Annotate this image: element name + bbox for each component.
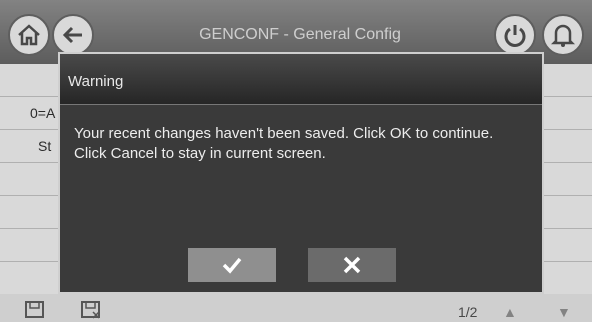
dialog-title: Warning <box>68 73 124 90</box>
ok-button[interactable] <box>188 248 276 282</box>
close-icon <box>343 256 361 274</box>
check-icon <box>222 257 242 274</box>
cancel-button[interactable] <box>308 248 396 282</box>
dialog-title-bar: Warning <box>60 54 542 105</box>
dialog-message: Your recent changes haven't been saved. … <box>74 125 494 162</box>
warning-dialog: Warning Your recent changes haven't been… <box>58 52 544 294</box>
